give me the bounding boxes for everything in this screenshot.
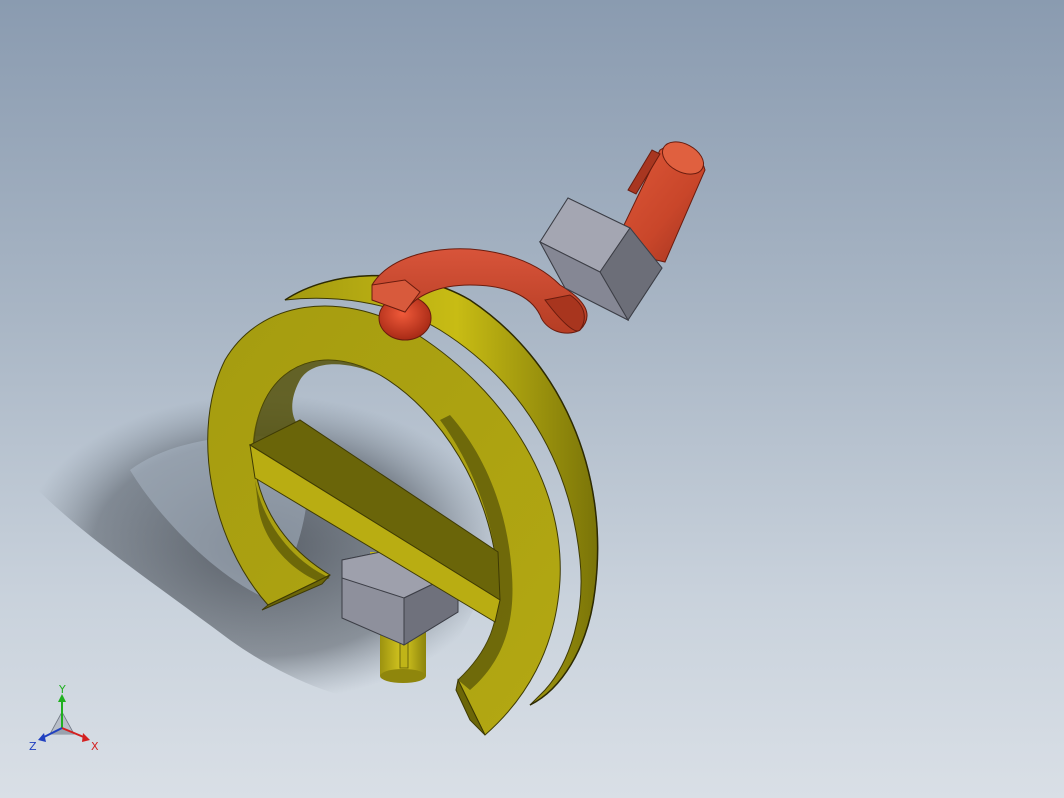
model-scene[interactable] xyxy=(0,0,1064,798)
x-axis-label: X xyxy=(91,740,99,753)
cad-viewport[interactable]: Y X Z xyxy=(0,0,1064,798)
x-axis-arrow xyxy=(82,733,90,742)
axis-triad: Y X Z xyxy=(29,684,99,753)
red-bent-arm[interactable] xyxy=(371,135,709,341)
z-axis-arrow xyxy=(38,733,46,742)
y-axis-label: Y xyxy=(58,684,66,696)
z-axis-label: Z xyxy=(29,740,37,753)
